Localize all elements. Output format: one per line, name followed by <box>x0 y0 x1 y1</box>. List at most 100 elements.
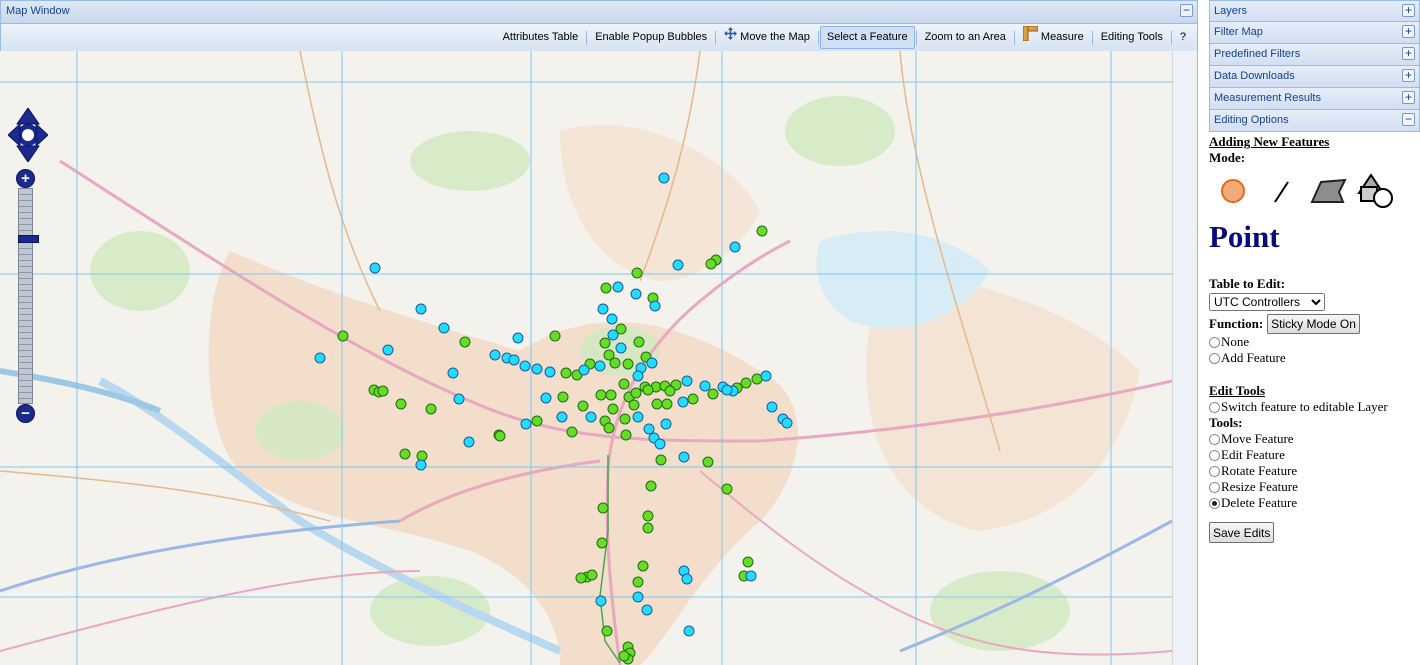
expand-plus-icon[interactable]: + <box>1402 69 1415 82</box>
toolbar-move-button[interactable]: Move the Map <box>717 26 817 49</box>
accordion-filter-header[interactable]: Filter Map + <box>1209 22 1420 44</box>
toolbar-editing-label: Editing Tools <box>1100 31 1163 43</box>
line-icon[interactable] <box>1257 171 1305 211</box>
accordion-downloads-label: Data Downloads <box>1214 70 1295 82</box>
point-icon[interactable] <box>1209 171 1257 211</box>
adding-features-heading: Adding New Features <box>1209 134 1330 149</box>
panel-splitter[interactable] <box>1172 51 1197 665</box>
green-area <box>785 96 895 166</box>
toolbar-measure-button[interactable]: Measure <box>1016 25 1091 49</box>
tool-radio[interactable] <box>1209 465 1220 477</box>
collapse-minus-icon[interactable]: − <box>1180 4 1193 17</box>
tool-option[interactable]: Move Feature <box>1209 431 1420 447</box>
switch-feature-option[interactable]: Switch feature to editable Layer <box>1209 399 1420 415</box>
zoom-thumb[interactable] <box>18 235 39 243</box>
green-feature-marker <box>645 480 657 492</box>
blue-feature-marker <box>597 303 609 315</box>
green-feature-marker <box>601 625 613 637</box>
toolbar-attributes-button[interactable]: Attributes Table <box>496 26 586 49</box>
blue-feature-marker <box>612 281 624 293</box>
accordion-layers-header[interactable]: Layers + <box>1209 0 1420 22</box>
accordion-measure-header[interactable]: Measurement Results + <box>1209 88 1420 110</box>
map-canvas[interactable]: + − <box>0 51 1172 665</box>
green-feature-marker <box>549 330 561 342</box>
tool-radio[interactable] <box>1209 433 1220 445</box>
zoom-track[interactable] <box>18 188 39 404</box>
tool-label: Move Feature <box>1221 431 1294 446</box>
map-window-header: Map Window − <box>1 1 1197 24</box>
accordion-downloads-header[interactable]: Data Downloads + <box>1209 66 1420 88</box>
blue-feature-marker <box>540 392 552 404</box>
zoom-slider[interactable]: + − <box>16 169 39 424</box>
blue-feature-marker <box>607 329 619 341</box>
green-feature-marker <box>494 430 506 442</box>
shapes-icon[interactable] <box>1353 171 1401 211</box>
toolbar-zoom-button[interactable]: Zoom to an Area <box>918 26 1013 49</box>
tool-option[interactable]: Delete Feature <box>1209 495 1420 511</box>
blue-feature-marker <box>632 591 644 603</box>
accordion-measure-label: Measurement Results <box>1214 92 1321 104</box>
function-radio[interactable] <box>1209 352 1220 364</box>
tool-option[interactable]: Edit Feature <box>1209 447 1420 463</box>
green-feature-marker <box>605 389 617 401</box>
accordion-editing-header[interactable]: Editing Options − <box>1209 110 1420 132</box>
pan-arrows-icon[interactable] <box>8 108 48 162</box>
blue-feature-marker <box>606 313 618 325</box>
blue-feature-marker <box>660 418 672 430</box>
save-edits-button[interactable]: Save Edits <box>1209 522 1275 543</box>
green-feature-marker <box>702 456 714 468</box>
toolbar-popup-button[interactable]: Enable Popup Bubbles <box>588 26 714 49</box>
polygon-icon[interactable] <box>1305 171 1353 211</box>
table-to-edit-select[interactable]: UTC Controllers <box>1209 293 1325 311</box>
switch-feature-label: Switch feature to editable Layer <box>1221 399 1388 414</box>
green-feature-marker <box>633 336 645 348</box>
tool-option[interactable]: Resize Feature <box>1209 479 1420 495</box>
map-window-title: Map Window <box>6 5 70 17</box>
collapse-minus-icon[interactable]: − <box>1402 113 1415 126</box>
tool-radio[interactable] <box>1209 481 1220 493</box>
toolbar-select-button[interactable]: Select a Feature <box>819 26 915 49</box>
tool-radio[interactable] <box>1209 497 1220 509</box>
green-feature-marker <box>560 367 572 379</box>
toolbar-separator <box>1091 30 1093 45</box>
toolbar-zoom-label: Zoom to an Area <box>924 31 1006 43</box>
toolbar-separator <box>817 30 819 45</box>
blue-feature-marker <box>632 411 644 423</box>
toolbar-separator <box>1013 30 1015 45</box>
map-layer[interactable] <box>0 51 1172 665</box>
toolbar-editing-button[interactable]: Editing Tools <box>1094 26 1170 49</box>
tool-option[interactable]: Rotate Feature <box>1209 463 1420 479</box>
tool-radio[interactable] <box>1209 449 1220 461</box>
green-feature-marker <box>631 267 643 279</box>
blue-feature-marker <box>585 411 597 423</box>
blue-feature-marker <box>512 332 524 344</box>
toolbar-help-button[interactable]: ? <box>1173 26 1193 49</box>
zoom-out-button[interactable]: − <box>16 404 35 423</box>
accordion-predef-header[interactable]: Predefined Filters + <box>1209 44 1420 66</box>
road-line <box>0 570 421 652</box>
green-feature-marker <box>628 399 640 411</box>
blue-feature-marker <box>641 604 653 616</box>
zoom-in-button[interactable]: + <box>16 169 35 188</box>
switch-feature-radio[interactable] <box>1209 401 1220 413</box>
function-radio[interactable] <box>1209 336 1220 348</box>
current-mode-name: Point <box>1209 219 1280 254</box>
expand-plus-icon[interactable]: + <box>1402 4 1415 17</box>
toolbar-measure-label: Measure <box>1040 31 1084 43</box>
mode-label: Mode: <box>1209 150 1246 165</box>
blue-feature-marker <box>369 262 381 274</box>
tool-label: Edit Feature <box>1221 447 1285 462</box>
accordion-predef-label: Predefined Filters <box>1214 48 1301 60</box>
blue-feature-marker <box>683 625 695 637</box>
blue-feature-marker <box>721 384 733 396</box>
blue-feature-marker <box>415 459 427 471</box>
expand-plus-icon[interactable]: + <box>1402 91 1415 104</box>
toolbar-separator <box>586 30 588 45</box>
function-option[interactable]: None <box>1209 334 1420 350</box>
expand-plus-icon[interactable]: + <box>1402 25 1415 38</box>
green-feature-marker <box>622 358 634 370</box>
expand-plus-icon[interactable]: + <box>1402 47 1415 60</box>
sticky-mode-button[interactable]: Sticky Mode On <box>1267 314 1360 334</box>
ruler-icon <box>1022 25 1039 49</box>
function-option[interactable]: Add Feature <box>1209 350 1420 366</box>
